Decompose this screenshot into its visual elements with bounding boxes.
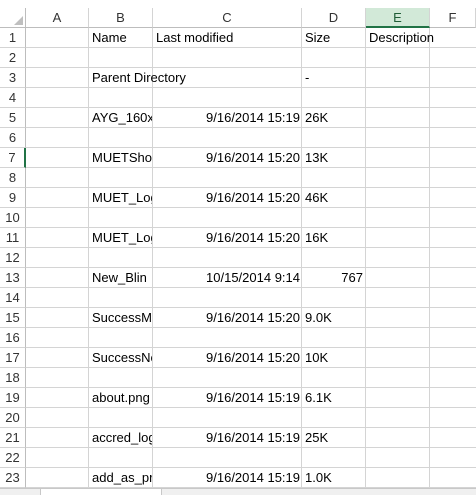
file-name-cell[interactable]: about.png bbox=[92, 388, 152, 408]
row-header-5[interactable]: 5 bbox=[0, 108, 26, 128]
row-header-22[interactable]: 22 bbox=[0, 448, 26, 468]
parent-directory-cell[interactable]: Parent Directory bbox=[92, 68, 292, 88]
file-name-cell[interactable]: add_as_pr bbox=[92, 468, 152, 488]
row-header-10[interactable]: 10 bbox=[0, 208, 26, 228]
file-modified-cell[interactable]: 9/16/2014 15:20 bbox=[153, 308, 300, 328]
row-header-6[interactable]: 6 bbox=[0, 128, 26, 148]
spreadsheet-grid[interactable]: A B C D E F 1 2 3 4 5 6 7 8 9 10 11 12 13 14 15 16 17 18 1… bbox=[0, 0, 476, 495]
column-header-d[interactable]: D bbox=[302, 8, 366, 28]
row-header-8[interactable]: 8 bbox=[0, 168, 26, 188]
row-header-12[interactable]: 12 bbox=[0, 248, 26, 268]
vertical-gridline bbox=[152, 28, 153, 488]
file-size-cell[interactable]: 26K bbox=[305, 108, 365, 128]
select-all-corner[interactable] bbox=[0, 8, 26, 28]
row-header-4[interactable]: 4 bbox=[0, 88, 26, 108]
file-modified-cell[interactable]: 9/16/2014 15:20 bbox=[153, 228, 300, 248]
file-size-cell[interactable]: 13K bbox=[305, 148, 365, 168]
row-header-19[interactable]: 19 bbox=[0, 388, 26, 408]
file-modified-cell[interactable]: 9/16/2014 15:20 bbox=[153, 348, 300, 368]
file-name-cell[interactable]: SuccessM bbox=[92, 308, 152, 328]
file-name-cell[interactable]: MUETShop bbox=[92, 148, 152, 168]
row-header-15[interactable]: 15 bbox=[0, 308, 26, 328]
file-modified-cell[interactable]: 10/15/2014 9:14 bbox=[153, 268, 300, 288]
file-modified-cell[interactable]: 9/16/2014 15:19 bbox=[153, 428, 300, 448]
vertical-gridline bbox=[429, 28, 430, 488]
parent-size-cell[interactable]: - bbox=[305, 68, 365, 88]
row-header-2[interactable]: 2 bbox=[0, 48, 26, 68]
row-header-21[interactable]: 21 bbox=[0, 428, 26, 448]
file-size-cell[interactable]: 6.1K bbox=[305, 388, 365, 408]
file-name-cell[interactable]: MUET_Log bbox=[92, 228, 152, 248]
file-modified-cell[interactable]: 9/16/2014 15:19 bbox=[153, 468, 300, 488]
row-header-23[interactable]: 23 bbox=[0, 468, 26, 488]
column-header-b[interactable]: B bbox=[89, 8, 153, 28]
header-size-cell[interactable]: Size bbox=[305, 28, 365, 48]
row-header-1[interactable]: 1 bbox=[0, 28, 26, 48]
file-size-cell[interactable]: 9.0K bbox=[305, 308, 365, 328]
row-header-3[interactable]: 3 bbox=[0, 68, 26, 88]
file-modified-cell[interactable]: 9/16/2014 15:20 bbox=[153, 148, 300, 168]
header-name-cell[interactable]: Name bbox=[92, 28, 152, 48]
column-header-f[interactable]: F bbox=[430, 8, 476, 28]
file-size-cell[interactable]: 10K bbox=[305, 348, 365, 368]
vertical-gridline bbox=[365, 28, 366, 488]
vertical-gridline bbox=[88, 28, 89, 488]
file-size-cell[interactable]: 1.0K bbox=[305, 468, 365, 488]
file-name-cell[interactable]: accred_log bbox=[92, 428, 152, 448]
file-name-cell[interactable]: SuccessNe bbox=[92, 348, 152, 368]
row-header-18[interactable]: 18 bbox=[0, 368, 26, 388]
column-header-e[interactable]: E bbox=[366, 8, 430, 28]
row-header-13[interactable]: 13 bbox=[0, 268, 26, 288]
file-name-cell[interactable]: AYG_160x bbox=[92, 108, 152, 128]
file-name-cell[interactable]: MUET_Log bbox=[92, 188, 152, 208]
file-size-cell[interactable]: 16K bbox=[305, 228, 365, 248]
sheet-tab[interactable] bbox=[40, 489, 162, 495]
file-size-cell[interactable]: 767 bbox=[302, 268, 363, 288]
file-size-cell[interactable]: 46K bbox=[305, 188, 365, 208]
row-header-11[interactable]: 11 bbox=[0, 228, 26, 248]
row-header-9[interactable]: 9 bbox=[0, 188, 26, 208]
header-description-cell[interactable]: Description bbox=[369, 28, 469, 48]
file-modified-cell[interactable]: 9/16/2014 15:19 bbox=[153, 388, 300, 408]
row-header-17[interactable]: 17 bbox=[0, 348, 26, 368]
row-header-14[interactable]: 14 bbox=[0, 288, 26, 308]
row-header-20[interactable]: 20 bbox=[0, 408, 26, 428]
select-all-triangle-icon bbox=[14, 16, 23, 25]
column-header-a[interactable]: A bbox=[26, 8, 89, 28]
row-header-16[interactable]: 16 bbox=[0, 328, 26, 348]
file-name-cell[interactable]: New_Blin bbox=[92, 268, 152, 288]
column-header-c[interactable]: C bbox=[153, 8, 302, 28]
file-modified-cell[interactable]: 9/16/2014 15:19 bbox=[153, 108, 300, 128]
vertical-gridline bbox=[301, 28, 302, 488]
row-header-7[interactable]: 7 bbox=[0, 148, 26, 168]
file-size-cell[interactable]: 25K bbox=[305, 428, 365, 448]
file-modified-cell[interactable]: 9/16/2014 15:20 bbox=[153, 188, 300, 208]
header-last-modified-cell[interactable]: Last modified bbox=[156, 28, 301, 48]
